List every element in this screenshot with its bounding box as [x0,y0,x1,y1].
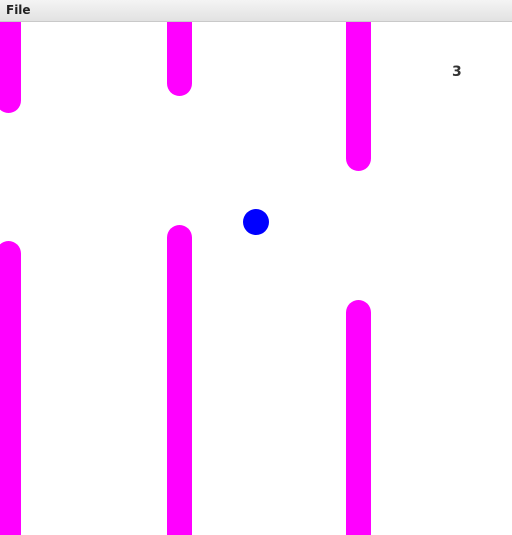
pipe-bottom-3 [346,300,371,535]
game-window: File 3 [0,0,512,535]
menu-bar: File [0,0,512,22]
score-counter: 3 [452,64,462,80]
pipe-bottom-2 [167,225,192,535]
menu-file[interactable]: File [6,3,31,17]
game-canvas[interactable]: 3 [0,22,512,535]
pipe-top-3 [346,22,371,171]
pipe-bottom-1 [0,241,21,535]
player-ball [243,209,269,235]
pipe-top-2 [167,22,192,96]
pipe-top-1 [0,22,21,113]
